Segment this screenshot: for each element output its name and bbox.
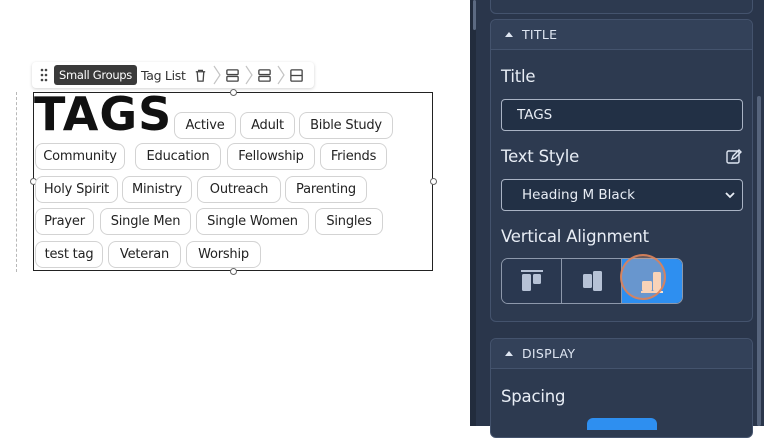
canvas-scrollbar[interactable] [473, 0, 476, 30]
tag-chip[interactable]: Friends [320, 143, 387, 170]
tag-chip[interactable]: Community [35, 143, 125, 170]
separator-chevron-icon [244, 64, 254, 86]
tag-chip[interactable]: Outreach [197, 176, 281, 203]
separator-chevron-icon [276, 64, 286, 86]
layout-top-icon[interactable] [222, 64, 244, 86]
text-style-value: Heading M Black [522, 187, 635, 203]
title-section-label: TITLE [522, 27, 558, 42]
block-type-badge[interactable]: Small Groups [54, 65, 137, 85]
align-bottom-button[interactable] [622, 259, 682, 303]
tag-chip[interactable]: Active [174, 112, 236, 139]
text-style-select[interactable]: Heading M Black [501, 179, 743, 211]
tag-chip[interactable]: Adult [240, 112, 295, 139]
tag-chip[interactable]: Education [135, 143, 221, 170]
align-bottom-icon [640, 272, 663, 293]
separator-chevron-icon [212, 64, 222, 86]
layout-bottom-icon[interactable] [286, 64, 308, 86]
title-field-label: Title [501, 67, 536, 86]
align-middle-icon [582, 271, 602, 291]
block-name-label[interactable]: Tag List [141, 68, 186, 83]
spacing-control[interactable] [587, 418, 657, 430]
title-section-header[interactable]: TITLE [491, 20, 752, 50]
display-section-header[interactable]: DISPLAY [491, 339, 752, 369]
block-heading[interactable]: TAGS [34, 87, 172, 141]
block-guide-line [16, 92, 17, 272]
align-top-button[interactable] [502, 259, 562, 303]
align-top-icon [520, 270, 543, 291]
tag-chip[interactable]: Veteran [108, 241, 181, 268]
vertical-alignment-toggle [501, 258, 683, 304]
edit-style-icon[interactable] [724, 147, 744, 167]
chevron-down-icon [725, 192, 735, 199]
tag-chip[interactable]: Ministry [122, 176, 192, 203]
editor-canvas: Small Groups Tag List TAGS Active Adult … [0, 0, 470, 426]
tag-chip[interactable]: Prayer [35, 208, 94, 235]
tag-chip[interactable]: Worship [186, 241, 261, 268]
display-section-label: DISPLAY [522, 346, 576, 361]
tag-list-block[interactable]: TAGS Active Adult Bible Study Community … [30, 87, 437, 275]
vertical-alignment-label: Vertical Alignment [501, 227, 649, 246]
trash-icon[interactable] [190, 64, 212, 86]
text-style-label: Text Style [501, 147, 580, 166]
tag-chip[interactable]: Fellowship [227, 143, 315, 170]
collapse-caret-icon [505, 351, 513, 356]
layout-middle-icon[interactable] [254, 64, 276, 86]
resize-handle-right[interactable] [430, 178, 437, 185]
tag-chip[interactable]: Single Men [100, 208, 191, 235]
collapse-caret-icon [505, 32, 513, 37]
resize-handle-bottom[interactable] [230, 268, 237, 275]
resize-handle-top[interactable] [230, 89, 237, 96]
tag-chip[interactable]: Parenting [285, 176, 367, 203]
title-input[interactable] [501, 99, 743, 131]
panel-divider[interactable] [470, 0, 476, 426]
block-toolbar: Small Groups Tag List [32, 62, 314, 88]
tag-chip[interactable]: Singles [315, 208, 383, 235]
tag-chip[interactable]: test tag [35, 241, 103, 268]
tag-chip[interactable]: Single Women [196, 208, 309, 235]
drag-handle-icon[interactable] [34, 64, 54, 86]
panel-scrollbar[interactable] [757, 96, 761, 426]
spacing-label: Spacing [501, 387, 566, 406]
tag-chip[interactable]: Holy Spirit [35, 176, 118, 203]
tag-chip[interactable]: Bible Study [299, 112, 393, 139]
prev-section-bottom [490, 0, 753, 14]
align-middle-button[interactable] [562, 259, 622, 303]
